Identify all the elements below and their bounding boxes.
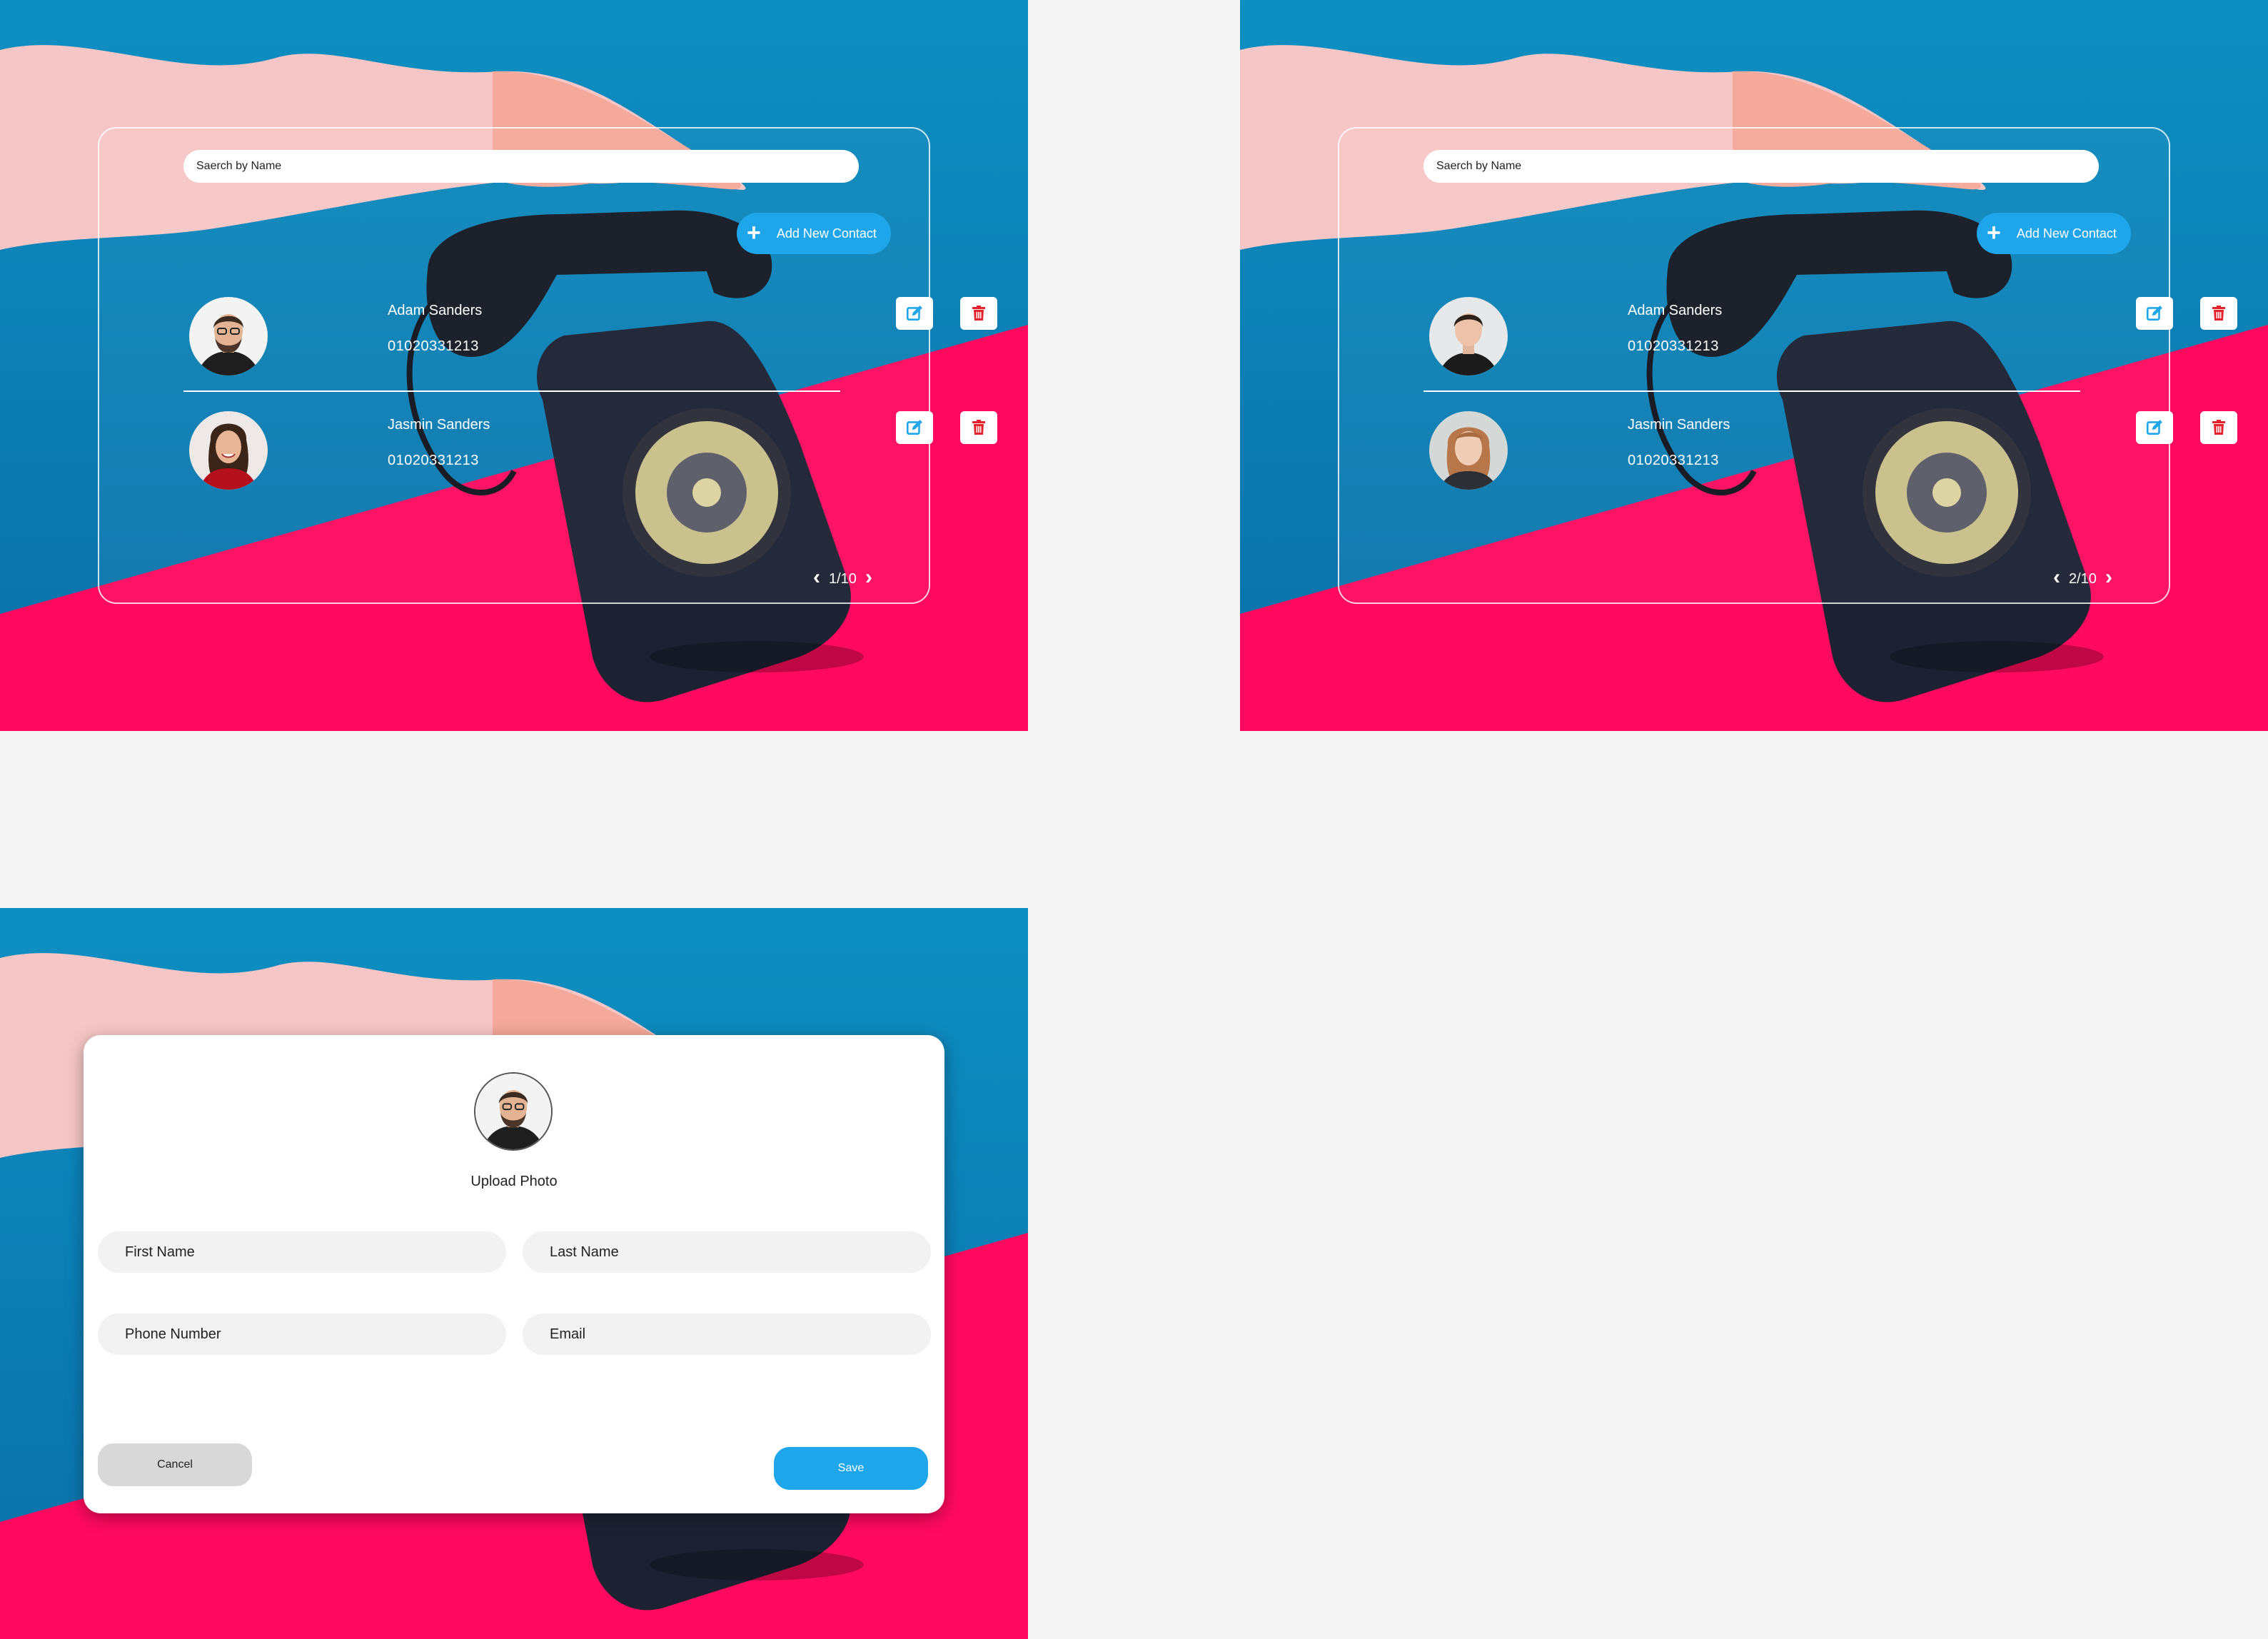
contact-row[interactable]: Jasmin Sanders 01020331213: [183, 411, 997, 504]
add-contact-screen: Upload Photo Cancel Save: [0, 908, 1028, 1639]
divider: [183, 390, 840, 392]
page-indicator: 2/10: [2069, 570, 2097, 587]
add-contact-button[interactable]: + Add New Contact: [737, 213, 891, 254]
delete-button[interactable]: [2200, 297, 2237, 330]
pagination: ‹ 2/10 ›: [2053, 567, 2112, 588]
delete-button[interactable]: [960, 297, 997, 330]
contact-row[interactable]: Adam Sanders 01020331213: [1423, 297, 2237, 390]
phone-number-field[interactable]: [98, 1313, 506, 1355]
add-contact-label: Add New Contact: [2016, 226, 2117, 241]
edit-icon: [905, 418, 924, 437]
contact-name: Jasmin Sanders: [388, 417, 490, 433]
chevron-right-icon[interactable]: ›: [865, 567, 872, 588]
trash-icon: [970, 419, 987, 436]
first-name-field[interactable]: [98, 1231, 506, 1273]
contact-name: Adam Sanders: [1628, 303, 1723, 318]
page-indicator: 1/10: [829, 570, 857, 587]
photo-upload-avatar[interactable]: [474, 1072, 553, 1151]
contacts-card: + Add New Contact Adam Sanders 010203312…: [98, 127, 997, 604]
delete-button[interactable]: [960, 411, 997, 444]
delete-button[interactable]: [2200, 411, 2237, 444]
contact-phone: 01020331213: [1628, 338, 1719, 354]
contact-row[interactable]: Jasmin Sanders 01020331213: [1423, 411, 2237, 504]
contact-phone: 01020331213: [388, 338, 479, 354]
search-input[interactable]: [183, 150, 859, 183]
save-button[interactable]: Save: [774, 1447, 928, 1490]
contacts-screen-page-1: + Add New Contact Adam Sanders 010203312…: [0, 0, 1028, 731]
chevron-left-icon[interactable]: ‹: [2053, 567, 2060, 588]
contact-phone: 01020331213: [388, 453, 479, 468]
edit-button[interactable]: [2136, 297, 2173, 330]
trash-icon: [2210, 419, 2227, 436]
edit-icon: [905, 304, 924, 323]
add-contact-button[interactable]: + Add New Contact: [1977, 213, 2131, 254]
avatar: [1429, 411, 1508, 490]
avatar: [189, 297, 268, 375]
trash-icon: [970, 305, 987, 322]
edit-button[interactable]: [896, 411, 933, 444]
pagination: ‹ 1/10 ›: [813, 567, 872, 588]
avatar: [189, 411, 268, 490]
contact-name: Adam Sanders: [388, 303, 483, 318]
edit-button[interactable]: [896, 297, 933, 330]
trash-icon: [2210, 305, 2227, 322]
upload-photo-label[interactable]: Upload Photo: [84, 1174, 944, 1190]
edit-icon: [2145, 304, 2164, 323]
chevron-left-icon[interactable]: ‹: [813, 567, 820, 588]
plus-icon: +: [1987, 218, 2001, 246]
avatar: [1429, 297, 1508, 375]
contact-name: Jasmin Sanders: [1628, 417, 1730, 433]
chevron-right-icon[interactable]: ›: [2105, 567, 2112, 588]
email-field[interactable]: [523, 1313, 931, 1355]
add-contact-label: Add New Contact: [776, 226, 877, 241]
divider: [1423, 390, 2080, 392]
contact-form-modal: Upload Photo Cancel Save: [84, 1035, 944, 1513]
edit-icon: [2145, 418, 2164, 437]
contacts-screen-page-2: + Add New Contact Adam Sanders 010203312…: [1240, 0, 2268, 731]
contact-row[interactable]: Adam Sanders 01020331213: [183, 297, 997, 390]
last-name-field[interactable]: [523, 1231, 931, 1273]
search-input[interactable]: [1423, 150, 2099, 183]
contacts-card: + Add New Contact Adam Sanders 010203312…: [1338, 127, 2237, 604]
plus-icon: +: [747, 218, 761, 246]
cancel-button[interactable]: Cancel: [98, 1443, 252, 1486]
edit-button[interactable]: [2136, 411, 2173, 444]
contact-phone: 01020331213: [1628, 453, 1719, 468]
